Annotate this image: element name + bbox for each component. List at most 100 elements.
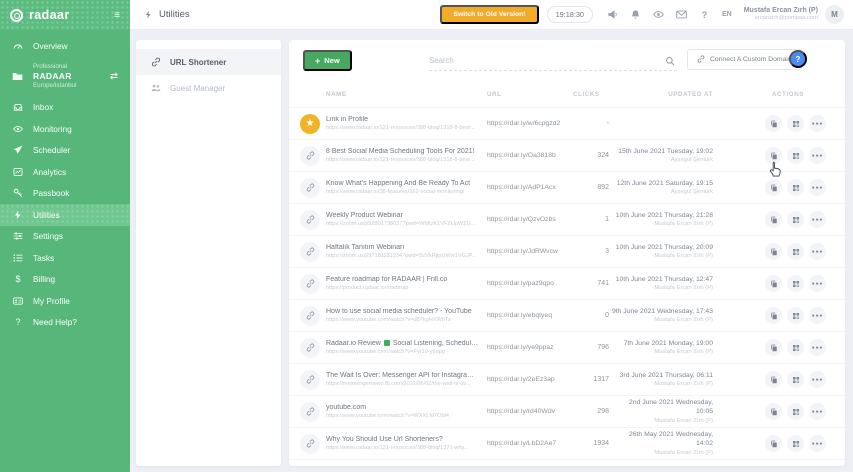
copy-button[interactable] [765,339,782,356]
panel-item-url-shortener[interactable]: URL Shortener [136,49,281,75]
row-name-link[interactable]: Know What's Happening And Be Ready To Ac… [326,180,479,187]
qr-code-button[interactable] [787,435,804,452]
copy-button[interactable] [765,179,782,196]
switch-old-version-button[interactable]: Switch to Old Version! [440,5,538,24]
logo[interactable]: radaar ≡ [0,0,130,30]
qr-code-button[interactable] [787,211,804,228]
row-short-url[interactable]: https://rdar.ly/2eEz3ap [487,376,573,383]
row-name-link[interactable]: The Wait Is Over: Messenger API for Inst… [326,372,479,379]
megaphone-icon[interactable] [607,9,618,20]
more-button[interactable]: ●●● [809,371,826,388]
qr-code-button[interactable] [787,243,804,260]
question-icon[interactable]: ? [699,9,710,20]
table-row: Know What's Happening And Be Ready To Ac… [289,172,845,204]
clock: 19:18:30 [547,6,593,23]
card-toolbar: + New Connect A Custom Domain ? [289,40,845,82]
row-name-link[interactable]: 8 Best Social Media Scheduling Tools For… [326,148,479,155]
connect-custom-domain-button[interactable]: Connect A Custom Domain [687,49,802,70]
sidebar-item-monitoring[interactable]: Monitoring [0,118,130,140]
row-short-url[interactable]: https://rdar.ly/paz9qpo [487,280,573,287]
gauge-icon [12,41,24,51]
search-input[interactable] [429,56,665,65]
more-button[interactable]: ●●● [809,115,826,132]
menu-icon[interactable]: ≡ [114,10,120,21]
bell-icon[interactable] [630,9,641,20]
row-name-link[interactable]: youtube.com [326,404,479,411]
qr-code-button[interactable] [787,339,804,356]
row-short-url[interactable]: https://rdar.ly/AdP1Acx [487,184,573,191]
sidebar-item-passbook[interactable]: Passbook [0,183,130,205]
row-name-link[interactable]: How to use social media scheduler? - You… [326,308,479,315]
sidebar-item-scheduler[interactable]: Scheduler [0,140,130,162]
row-name-link[interactable]: Why You Should Use Url Shorteners? [326,436,479,443]
row-short-url[interactable]: https://rdar.ly/w/6cpgzd2 [487,120,573,127]
row-short-url[interactable]: https://rdar.ly/ebqtyeq [487,312,573,319]
table-row: Weekly Product Webinar https://zoom.us/j… [289,204,845,236]
sidebar-item-settings[interactable]: Settings [0,226,130,248]
more-button[interactable]: ●●● [809,307,826,324]
qr-code-button[interactable] [787,275,804,292]
copy-button[interactable] [765,115,782,132]
search-icon[interactable] [665,56,675,66]
envelope-icon[interactable] [676,9,687,20]
row-name-link[interactable]: Radaar.io ReviewSocial Listening, Schedu… [326,340,479,347]
qr-code-button[interactable] [787,115,804,132]
table-row: Why You Should Use Url Shorteners? https… [289,428,845,460]
sidebar-item-billing[interactable]: $Billing [0,269,130,291]
row-name-link[interactable]: Link in Profile [326,116,479,123]
eye-icon[interactable] [653,9,664,20]
qr-code-button[interactable] [787,371,804,388]
sidebar-item-analytics[interactable]: Analytics [0,161,130,183]
sidebar-item-tasks[interactable]: Tasks [0,247,130,269]
new-button[interactable]: + New [303,50,352,71]
row-short-url[interactable]: https://rdar.ly/JdRWvcw [487,248,573,255]
copy-button[interactable] [765,243,782,260]
help-button[interactable]: ? [789,50,807,68]
avatar[interactable]: M [825,5,844,24]
row-source-url: https://zoom.us/j/92801738037?pwd=WMtzK1… [326,221,479,227]
more-button[interactable]: ●●● [809,275,826,292]
eye-icon [12,124,24,134]
more-button[interactable]: ●●● [809,403,826,420]
qr-code-button[interactable] [787,147,804,164]
more-button[interactable]: ●●● [809,435,826,452]
row-short-url[interactable]: https://rdar.ly/LbD2Ae7 [487,440,573,447]
table-row: 8 Best Social Media Scheduling Tools For… [289,140,845,172]
row-short-url[interactable]: https://rdar.ly/QzvOzbs [487,216,573,223]
row-short-url[interactable]: https://rdar.ly/ye9ppaz [487,344,573,351]
qr-code-button[interactable] [787,403,804,420]
panel-item-guest-manager[interactable]: Guest Manager [136,75,281,101]
language-selector[interactable]: EN [722,11,732,18]
topbar-icons: ? [607,9,710,20]
sidebar-item-my-profile[interactable]: My Profile [0,290,130,312]
copy-button[interactable] [765,307,782,324]
copy-button[interactable] [765,275,782,292]
row-name-link[interactable]: Haftalık Tanıtım Webinarı [326,244,479,251]
copy-button[interactable] [765,403,782,420]
copy-button[interactable] [765,435,782,452]
more-button[interactable]: ●●● [809,179,826,196]
row-source-url: https://www.radaar.io/121-resources/388-… [326,445,479,451]
copy-button[interactable] [765,211,782,228]
row-name-link[interactable]: Feature roadmap for RADAAR | Frill.co [326,276,479,283]
sidebar-item-need-help[interactable]: ?Need Help? [0,312,130,334]
swap-icon[interactable]: ⇄ [110,71,118,82]
row-short-url[interactable]: https://rdar.ly/Oa3818b [487,152,573,159]
more-button[interactable]: ●●● [809,211,826,228]
sidebar-item-inbox[interactable]: Inbox [0,97,130,119]
sidebar-item-utilities[interactable]: Utilities [0,204,130,226]
user-menu[interactable]: Mustafa Ercan Zırh (P) ercanzirh@pompaa.… [744,6,818,23]
qr-code-button[interactable] [787,307,804,324]
workspace-switcher[interactable]: Professional RADAAR Europe/Istanbul ⇄ [0,57,130,97]
more-button[interactable]: ●●● [809,243,826,260]
copy-button[interactable] [765,147,782,164]
qr-code-button[interactable] [787,179,804,196]
row-updated-by: Mustafa Ercan Zırh (P) [611,417,713,425]
row-name-link[interactable]: Weekly Product Webinar [326,212,479,219]
row-updated-by: Mustafa Ercan Zırh (P) [611,449,713,457]
sidebar-item-overview[interactable]: Overview [0,35,130,57]
more-button[interactable]: ●●● [809,339,826,356]
copy-button[interactable] [765,371,782,388]
row-short-url[interactable]: https://rdar.ly/rd40Wdv [487,408,573,415]
more-button[interactable]: ●●● [809,147,826,164]
